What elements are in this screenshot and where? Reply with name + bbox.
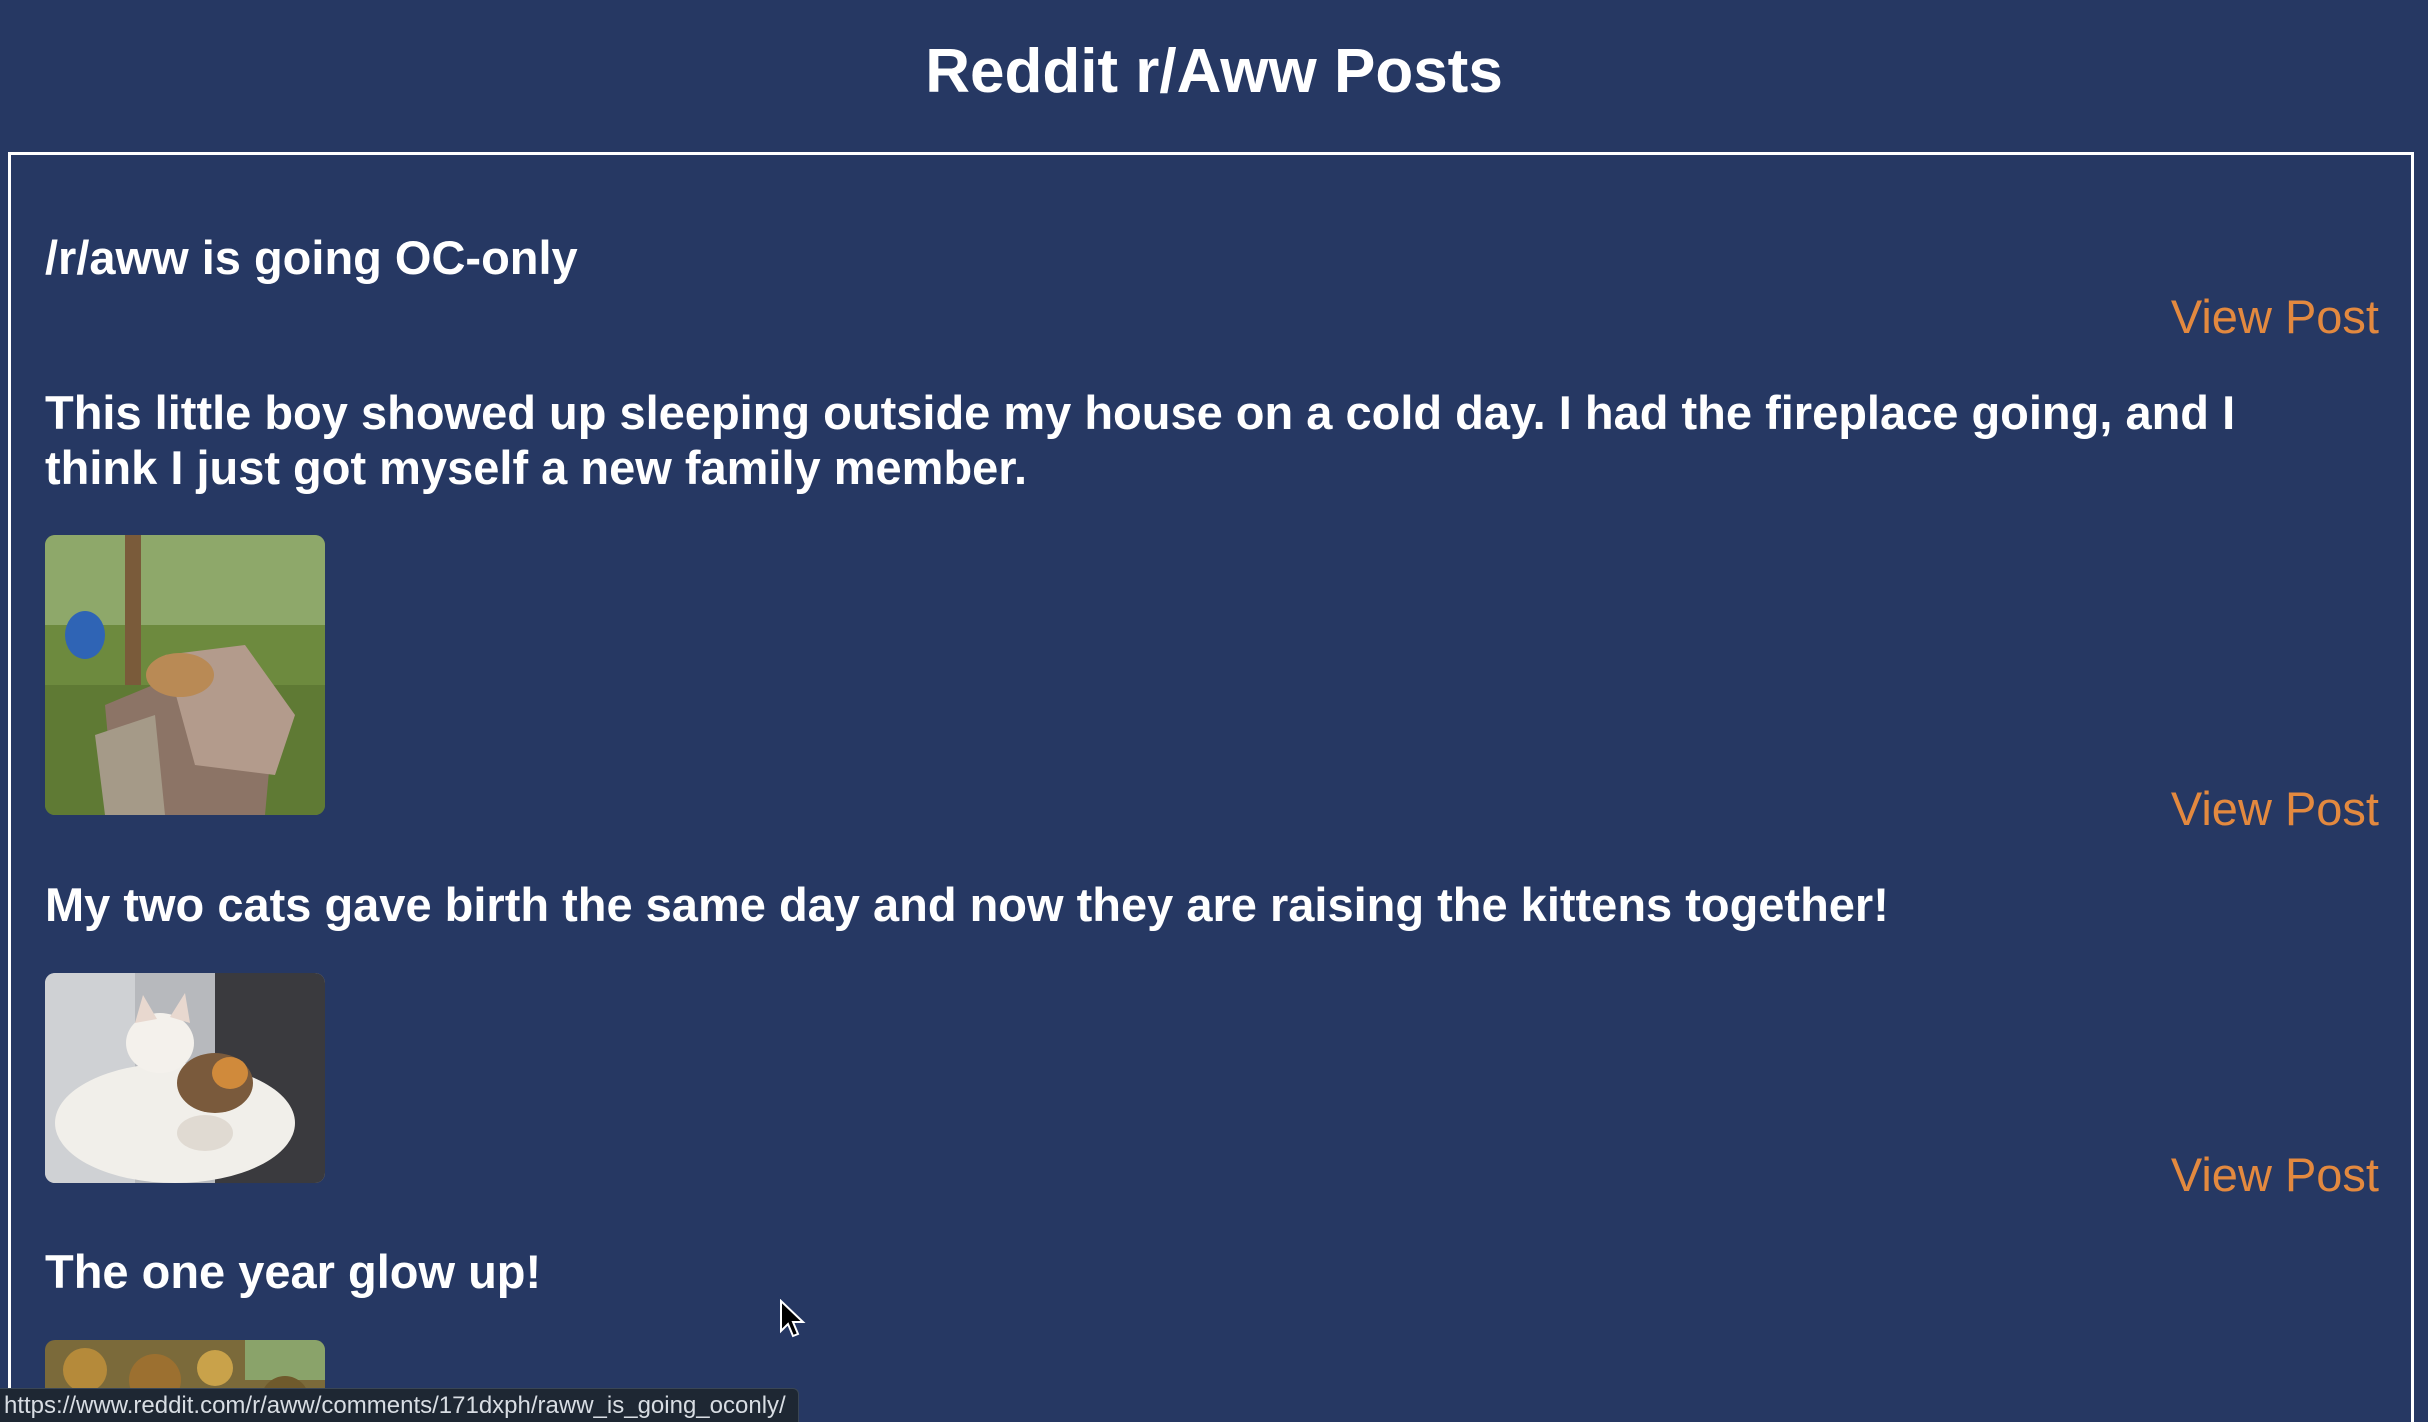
posts-list: /r/aww is going OC-only View Post This l… bbox=[8, 152, 2414, 1422]
cat-photo-image bbox=[45, 535, 325, 815]
view-post-link[interactable]: View Post bbox=[2171, 781, 2379, 836]
post-title: The one year glow up! bbox=[45, 1245, 542, 1298]
page-title: Reddit r/Aww Posts bbox=[925, 37, 1503, 106]
view-post-link[interactable]: View Post bbox=[2171, 1147, 2379, 1202]
post-title: /r/aww is going OC-only bbox=[45, 231, 578, 284]
post-thumbnail[interactable] bbox=[45, 973, 325, 1183]
page: Reddit r/Aww Posts /r/aww is going OC-on… bbox=[0, 0, 2428, 1422]
post-thumbnail[interactable] bbox=[45, 535, 325, 815]
mouse-cursor-icon bbox=[780, 1299, 806, 1338]
cats-photo-image bbox=[45, 973, 325, 1183]
status-bar-url: https://www.reddit.com/r/aww/comments/17… bbox=[0, 1388, 799, 1422]
post-title: This little boy showed up sleeping outsi… bbox=[45, 386, 2236, 494]
view-post-link[interactable]: View Post bbox=[2171, 289, 2379, 344]
post-title: My two cats gave birth the same day and … bbox=[45, 878, 1889, 931]
